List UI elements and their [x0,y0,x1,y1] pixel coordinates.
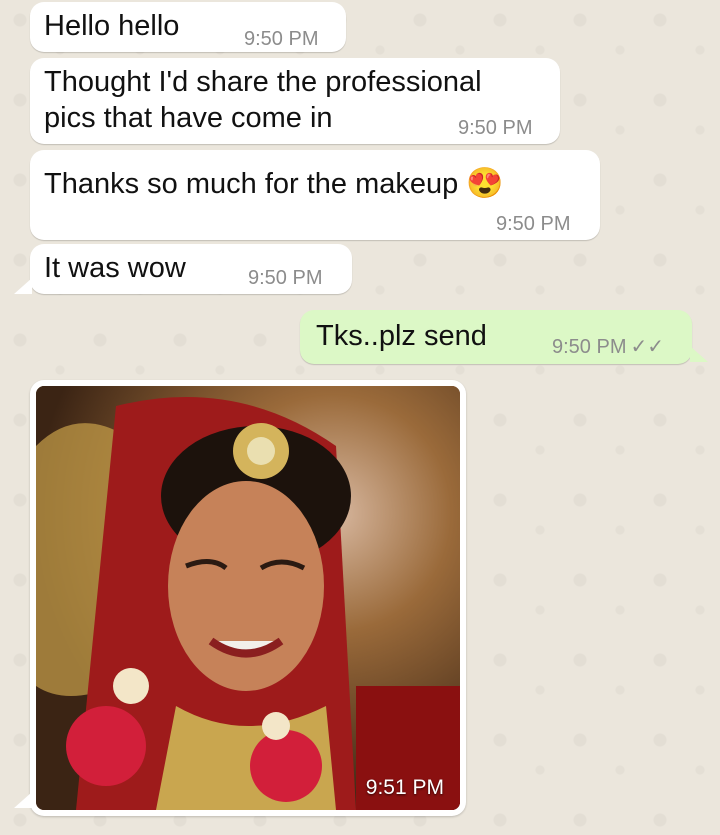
bubble-tail [690,346,708,362]
bride-photo-illustration [36,386,460,810]
bubble-tail [14,278,32,294]
image-message[interactable]: 9:51 PM [30,380,466,816]
message-time: 9:50 PM [496,213,571,235]
message-text-line-2: pics that have come in [44,102,333,134]
bride-photo[interactable]: 9:51 PM [36,386,460,810]
incoming-message[interactable]: Thought I'd share the professional pics … [30,58,560,144]
image-time: 9:51 PM [365,776,444,799]
heart-eyes-emoji-icon: 😍 [466,167,504,200]
double-check-icon: ✓✓ [630,336,664,358]
message-time: 9:50 PM ✓✓ [552,337,664,357]
message-text: Thanks so much for the makeup 😍 [44,166,504,202]
message-text-body: Thanks so much for the makeup [44,168,459,200]
outgoing-message[interactable]: Tks..plz send 9:50 PM ✓✓ [300,310,692,364]
incoming-message[interactable]: Hello hello 9:50 PM [30,2,346,52]
incoming-message[interactable]: Thanks so much for the makeup 😍 9:50 PM [30,150,600,240]
message-text-line-1: Thought I'd share the professional [44,66,482,98]
message-time: 9:50 PM [248,267,323,289]
message-time-text: 9:50 PM [552,336,627,358]
message-text: It was wow [44,252,186,284]
chat-background: Hello hello 9:50 PM Thought I'd share th… [0,0,720,835]
message-time: 9:50 PM [458,117,533,139]
message-time: 9:50 PM [244,28,319,50]
message-text: Hello hello [44,10,180,42]
bubble-tail [14,792,32,808]
incoming-message[interactable]: It was wow 9:50 PM [30,244,352,294]
message-text: Tks..plz send [316,320,487,352]
